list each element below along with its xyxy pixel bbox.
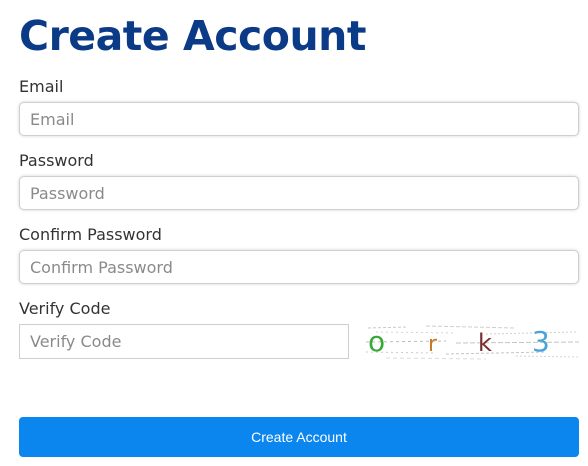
confirm-password-field[interactable] [19, 250, 579, 284]
page-title: Create Account [19, 12, 366, 60]
verify-code-label: Verify Code [19, 299, 111, 318]
captcha-image[interactable]: o r k 3 [366, 322, 579, 360]
captcha-char: o [368, 325, 385, 358]
captcha-char: r [428, 332, 438, 357]
create-account-page: Create Account Email Password Confirm Pa… [0, 0, 588, 466]
password-label: Password [19, 151, 94, 170]
verify-code-field[interactable] [19, 324, 349, 359]
create-account-button[interactable]: Create Account [19, 417, 579, 457]
email-field[interactable] [19, 102, 579, 136]
captcha-char: k [478, 329, 492, 357]
email-label: Email [19, 77, 64, 96]
confirm-password-label: Confirm Password [19, 225, 162, 244]
password-field[interactable] [19, 176, 579, 210]
captcha-char: 3 [532, 325, 550, 358]
